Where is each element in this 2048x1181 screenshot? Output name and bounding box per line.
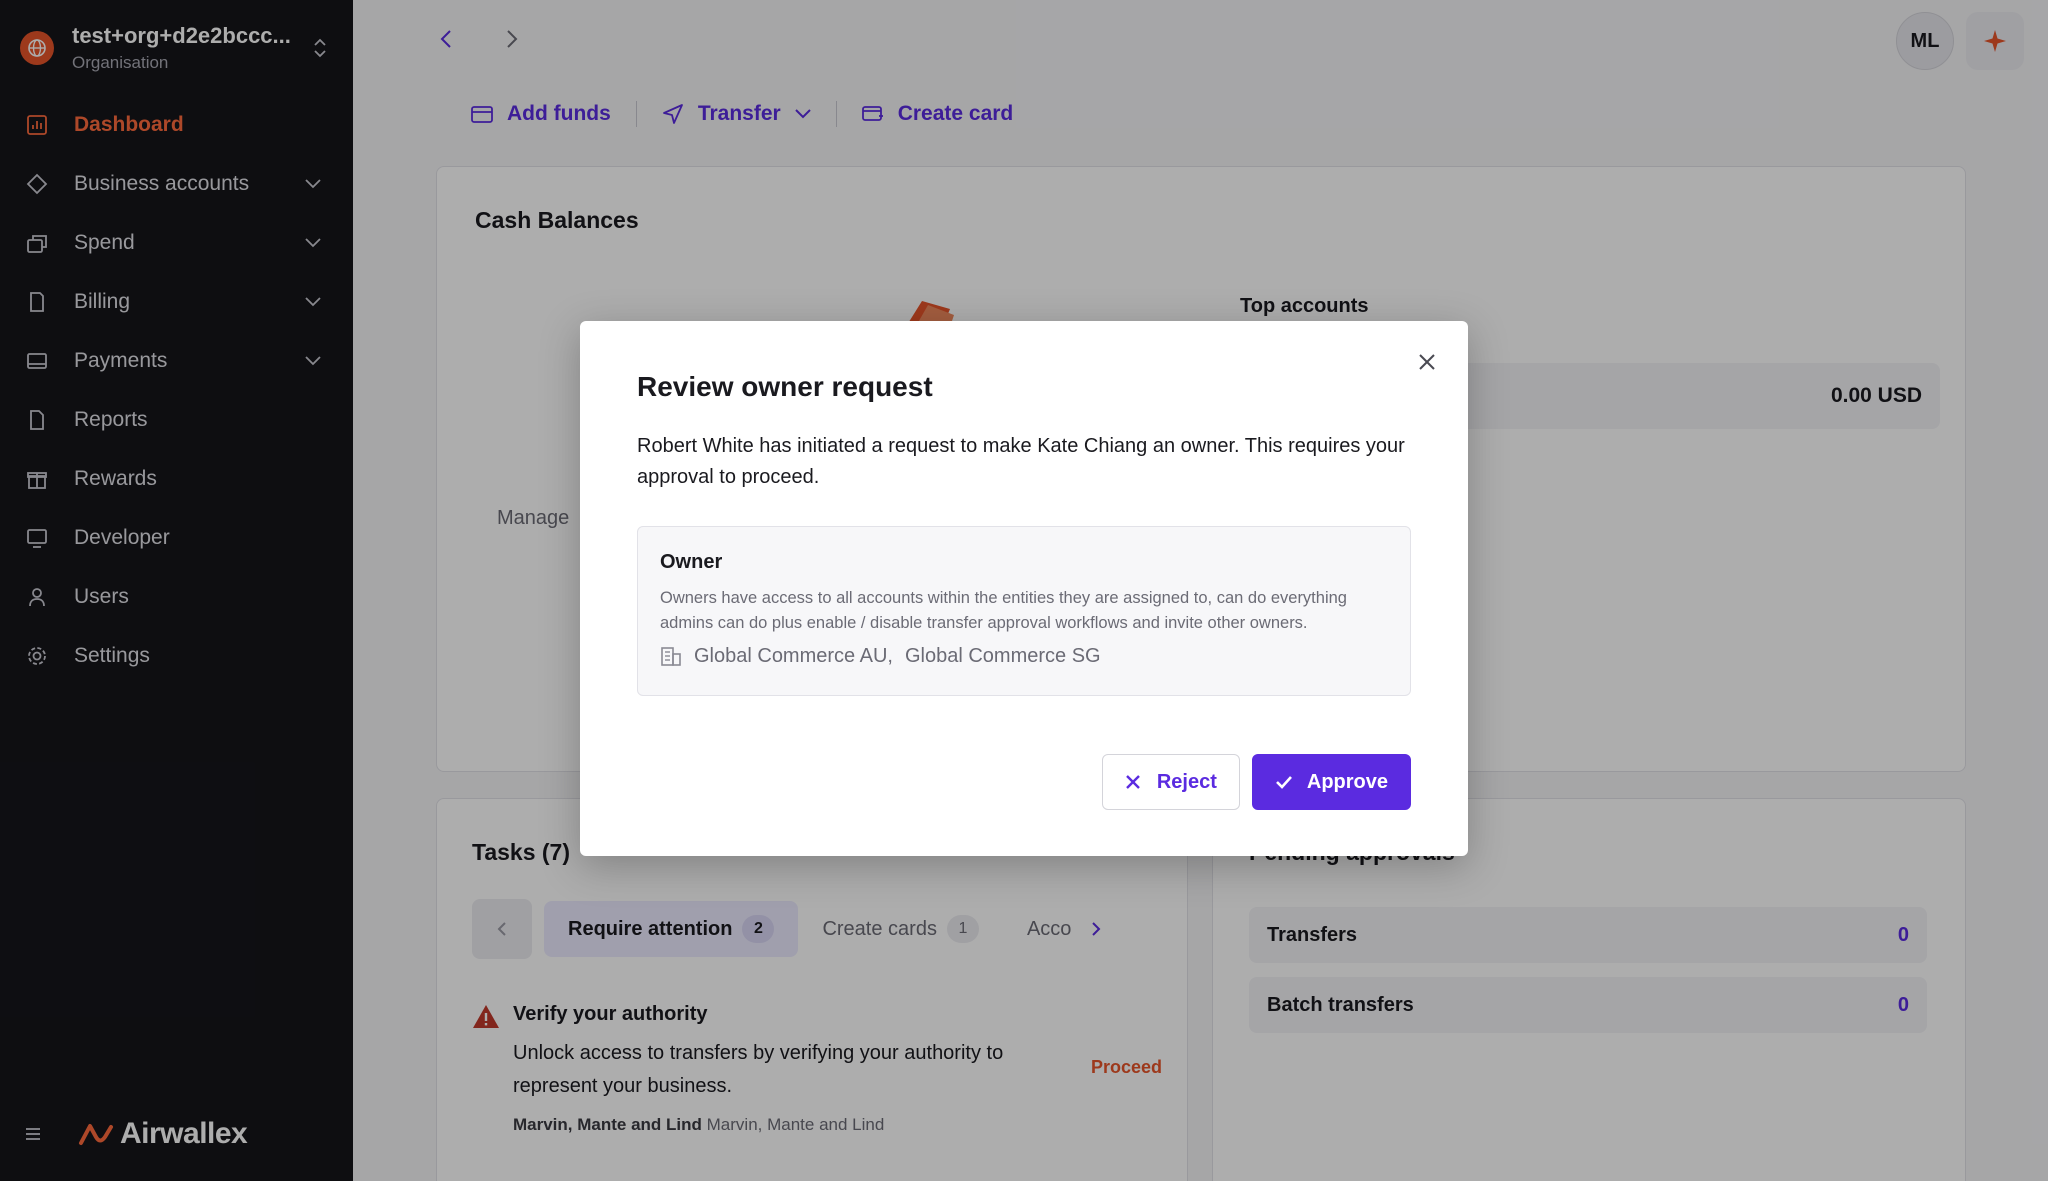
role-entities: Global Commerce AU, Global Commerce SG: [660, 644, 1388, 668]
role-title: Owner: [660, 551, 723, 573]
building-icon: [660, 644, 684, 668]
role-description: Owners have access to all accounts withi…: [660, 589, 1347, 632]
modal-description: Robert White has initiated a request to …: [637, 435, 1405, 488]
modal-title: Review owner request: [637, 371, 933, 402]
reject-label: Reject: [1156, 770, 1217, 793]
entity-name: Global Commerce AU,: [694, 644, 893, 667]
x-icon: [1125, 772, 1145, 792]
review-owner-request-modal: Review owner request Robert White has in…: [580, 321, 1468, 856]
check-icon: [1275, 772, 1295, 792]
close-icon[interactable]: [1414, 349, 1440, 375]
entity-name: Global Commerce SG: [904, 644, 1101, 667]
approve-label: Approve: [1306, 770, 1388, 793]
approve-button[interactable]: Approve: [1251, 754, 1411, 810]
role-info-box: Owner Owners have access to all accounts…: [637, 526, 1411, 696]
reject-button[interactable]: Reject: [1101, 754, 1240, 810]
